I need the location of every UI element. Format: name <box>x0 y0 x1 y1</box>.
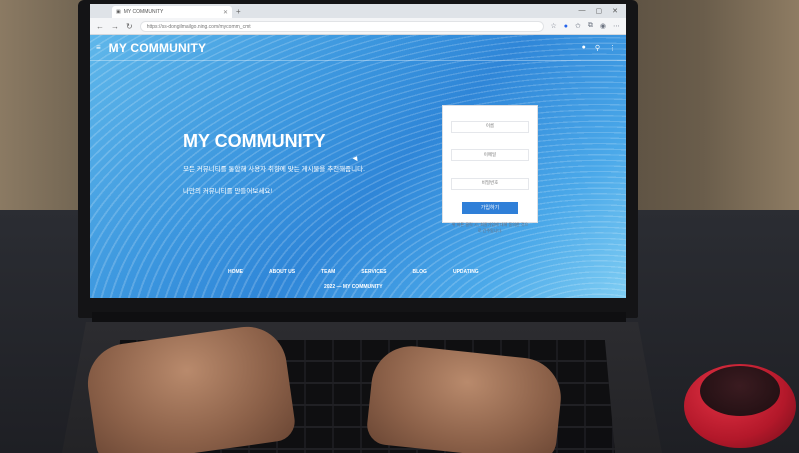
back-button[interactable]: ← <box>96 22 104 31</box>
copyright-text: 2022 — MY COMMUNITY <box>324 284 383 290</box>
search-icon[interactable]: ⚲ <box>595 44 600 52</box>
email-field[interactable] <box>451 149 529 161</box>
collections-icon[interactable]: ⧉ <box>588 22 593 30</box>
tab-favicon-icon: ▣ <box>116 9 121 15</box>
hero-subtitle-1: 모든 커뮤니티를 통합해 사용자 취향에 맞는 게시물을 추천해줍니다. <box>183 166 365 173</box>
favorites-icon[interactable]: ✩ <box>575 22 581 30</box>
tab-close-icon[interactable]: ✕ <box>223 9 228 16</box>
header-icons: ● ⚲ ⋮ <box>582 44 620 52</box>
site-header: ≡ MY COMMUNITY ● ⚲ ⋮ <box>90 35 626 61</box>
site-logo[interactable]: MY COMMUNITY <box>109 41 207 55</box>
footer-link-about[interactable]: ABOUT US <box>269 269 295 275</box>
footer-link-updating[interactable]: UPDATING <box>453 269 479 275</box>
footer-link-home[interactable]: HOME <box>228 269 243 275</box>
tab-title: MY COMMUNITY <box>123 9 164 15</box>
more-vertical-icon[interactable]: ⋮ <box>609 44 616 52</box>
new-tab-button[interactable]: + <box>236 7 241 16</box>
footer-link-team[interactable]: TEAM <box>321 269 335 275</box>
mouse-cursor-icon <box>352 154 360 162</box>
hero-subtitle-2: 나만의 커뮤니티를 만들어보세요! <box>183 188 273 195</box>
mouse-top <box>700 366 780 416</box>
maximize-button[interactable]: ▢ <box>596 7 603 15</box>
footer-link-blog[interactable]: BLOG <box>413 269 427 275</box>
user-icon[interactable]: ● <box>582 44 586 52</box>
laptop-screen: ▣ MY COMMUNITY ✕ + — ▢ ✕ ← → ↻ https://s… <box>90 4 626 298</box>
browser-tabbar: ▣ MY COMMUNITY ✕ + — ▢ ✕ <box>90 4 626 18</box>
reload-button[interactable]: ↻ <box>126 22 133 31</box>
more-icon[interactable]: ⋯ <box>613 22 620 30</box>
browser-tab-active[interactable]: ▣ MY COMMUNITY ✕ <box>112 6 232 18</box>
hero-title: MY COMMUNITY <box>183 131 326 151</box>
signup-card: 가입하기 위 버튼 클릭 시, 회원가입에 대해 동의한 것으로 간주됩니다. <box>442 105 538 233</box>
extension-icon[interactable]: ● <box>564 23 568 30</box>
close-window-button[interactable]: ✕ <box>612 7 618 15</box>
hamburger-menu-icon[interactable]: ≡ <box>96 43 101 52</box>
forward-button[interactable]: → <box>111 22 119 31</box>
star-icon[interactable]: ☆ <box>551 22 557 30</box>
url-input[interactable]: https://ss-dongilmailgo.ning.com/mycomm_… <box>139 20 544 32</box>
name-field[interactable] <box>451 120 529 133</box>
browser-addressbar: ← → ↻ https://ss-dongilmailgo.ning.com/m… <box>90 18 626 35</box>
window-controls: — ▢ ✕ <box>579 7 627 15</box>
signup-button[interactable]: 가입하기 <box>462 201 518 214</box>
footer-link-services[interactable]: SERVICES <box>361 269 386 275</box>
password-field[interactable] <box>451 177 529 190</box>
signup-note: 위 버튼 클릭 시, 회원가입에 대해 동의한 것으로 간주됩니다. <box>451 221 529 233</box>
profile-icon[interactable]: ◉ <box>600 22 606 30</box>
footer-nav: HOME ABOUT US TEAM SERVICES BLOG UPDATIN… <box>228 269 479 275</box>
web-page: ≡ MY COMMUNITY ● ⚲ ⋮ MY COMMUNITY 모든 커뮤니… <box>90 35 626 298</box>
minimize-button[interactable]: — <box>579 7 586 15</box>
